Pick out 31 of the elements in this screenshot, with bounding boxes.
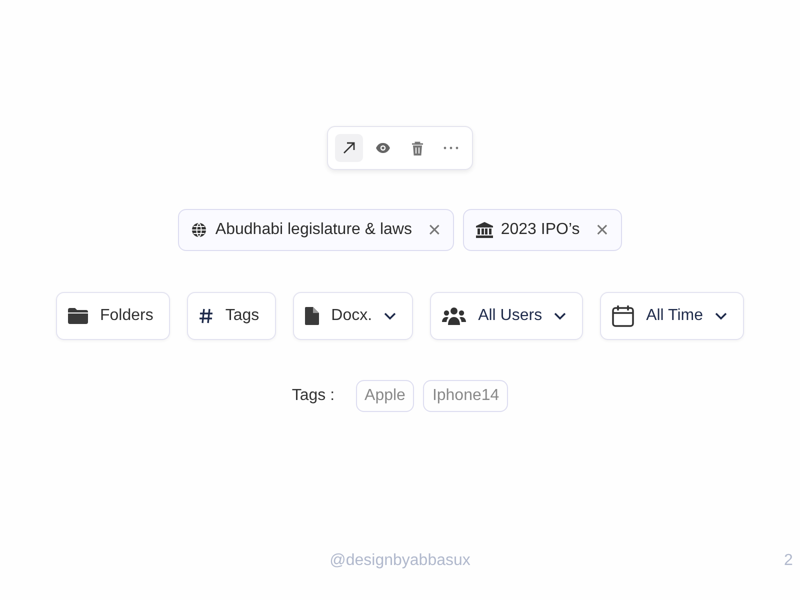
globe-icon xyxy=(191,222,208,238)
tags-label: Tags : xyxy=(292,387,335,405)
chevron-down-icon xyxy=(554,312,566,320)
page-number: 2 xyxy=(784,552,793,570)
chip-label: 2023 IPO’s xyxy=(500,221,580,239)
tag[interactable]: Iphone14 xyxy=(423,380,508,412)
filter-button[interactable]: Tags xyxy=(187,292,276,340)
remove-button[interactable]: × xyxy=(420,219,441,241)
eye-icon xyxy=(375,142,391,154)
filter-dropdown[interactable]: All Time xyxy=(600,292,744,340)
trash-icon xyxy=(410,140,424,156)
filter-dropdown[interactable]: Docx. xyxy=(293,292,414,340)
filter-chip[interactable]: Abudhabi legislature & laws × xyxy=(178,209,454,251)
tag[interactable]: Apple xyxy=(356,380,414,412)
calendar-icon xyxy=(612,305,634,327)
bank-icon xyxy=(476,222,493,238)
more-icon xyxy=(443,146,459,150)
hash-icon xyxy=(199,308,214,324)
arrow-icon xyxy=(341,140,357,156)
users-icon xyxy=(442,307,466,325)
filter-chip[interactable]: 2023 IPO’s × xyxy=(462,209,622,251)
arrow-button[interactable] xyxy=(335,134,363,162)
folder-icon xyxy=(68,308,88,324)
filter-button[interactable]: Folders xyxy=(56,292,170,340)
chevron-down-icon xyxy=(384,312,396,320)
chip-label: Abudhabi legislature & laws xyxy=(215,221,412,239)
credit-text: @designbyabbasux xyxy=(330,552,470,570)
filter-dropdown[interactable]: All Users xyxy=(430,292,584,340)
chevron-down-icon xyxy=(714,312,727,320)
remove-button[interactable]: × xyxy=(588,219,609,241)
document-icon xyxy=(305,307,320,325)
